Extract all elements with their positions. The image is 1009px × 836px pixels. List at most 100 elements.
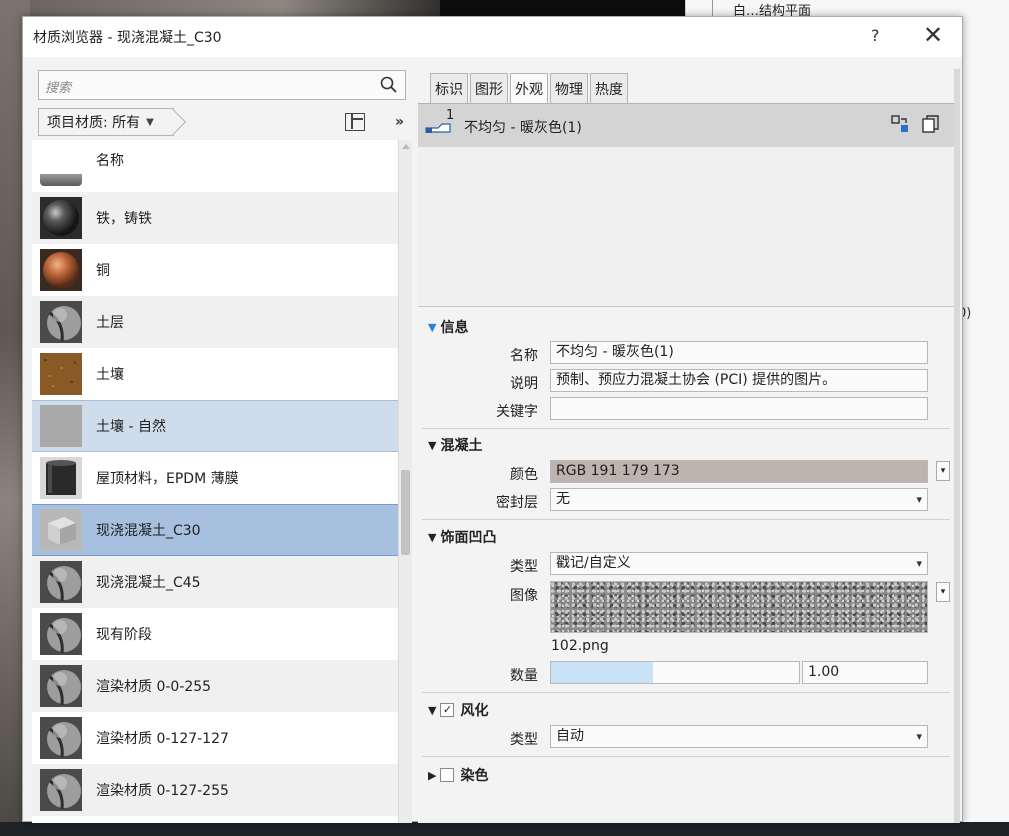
column-header-name: 名称 — [96, 153, 124, 169]
tab-identity[interactable]: 标识 — [430, 73, 468, 103]
list-item[interactable]: 土壤 — [32, 348, 398, 400]
list-item-label: 渲染材质 0-127-127 — [96, 731, 229, 747]
background-model-view-top — [30, 0, 450, 16]
search-placeholder: 搜索 — [45, 81, 72, 96]
tab-appearance[interactable]: 外观 — [510, 73, 548, 104]
help-button[interactable]: ? — [871, 26, 880, 45]
amount-label: 数量 — [510, 668, 538, 684]
name-field[interactable]: 不均匀 - 暖灰色(1) — [550, 341, 928, 364]
expand-triangle-icon: ▼ — [428, 703, 437, 717]
list-scrollbar[interactable] — [398, 140, 412, 823]
list-item[interactable]: 土层 — [32, 296, 398, 348]
close-button[interactable]: ✕ — [923, 21, 943, 49]
list-item[interactable]: 渲染材质 0-0-255 — [32, 660, 398, 712]
weathering-checkbox[interactable]: ✓ — [440, 703, 455, 717]
scrollbar-thumb[interactable] — [401, 470, 410, 555]
list-item[interactable]: 铁，铸铁 — [32, 192, 398, 244]
list-item-label: 铁，铸铁 — [96, 211, 152, 227]
material-list: 名称 铁，铸铁 铜 土层 土壤 土壤 - 自然 屋顶材料，EPDM 薄膜 现浇混… — [32, 140, 398, 823]
dialog-title: 材质浏览器 - 现浇混凝土_C30 — [33, 30, 222, 46]
section-tint[interactable]: ▶ 染色 — [428, 765, 488, 785]
list-item-label: 渲染材质 0-127-255 — [96, 783, 229, 799]
default-material-thumbnail — [40, 301, 82, 343]
divider — [422, 692, 950, 693]
duplicate-asset-icon[interactable] — [921, 114, 941, 134]
image-label: 图像 — [510, 588, 538, 604]
list-item-label: 土层 — [96, 315, 124, 331]
sealant-select[interactable]: 无 — [550, 488, 928, 511]
section-info[interactable]: ▼ 信息 — [428, 317, 468, 337]
soil-thumbnail — [40, 353, 82, 395]
editor-scrollbar[interactable] — [954, 69, 960, 823]
section-title: 信息 — [440, 320, 469, 336]
amount-slider-fill — [551, 662, 653, 683]
list-header[interactable]: 名称 — [32, 140, 398, 192]
default-material-thumbnail — [40, 769, 82, 811]
description-field[interactable]: 预制、预应力混凝土协会 (PCI) 提供的图片。 — [550, 369, 928, 392]
default-material-thumbnail — [40, 613, 82, 655]
description-label: 说明 — [510, 376, 538, 392]
filter-label: 项目材质: 所有 — [47, 115, 141, 131]
color-swatch-field[interactable]: RGB 191 179 173 — [550, 460, 928, 483]
list-item[interactable]: 屋顶材料，EPDM 薄膜 — [32, 452, 398, 504]
sealant-label: 密封层 — [496, 495, 538, 511]
editor-tabs: 标识 图形 外观 物理 热度 — [430, 73, 630, 104]
list-item[interactable]: 渲染材质 0-127-255 — [32, 764, 398, 816]
search-input[interactable]: 搜索 — [38, 70, 406, 100]
image-options-dropdown[interactable]: ▾ — [936, 582, 950, 602]
material-preview — [418, 147, 954, 307]
bump-image-texture[interactable] — [550, 581, 928, 633]
search-icon[interactable] — [379, 75, 399, 95]
section-title: 染色 — [460, 768, 489, 784]
keywords-field[interactable] — [550, 397, 928, 420]
list-item-label: 铜 — [96, 263, 110, 279]
amount-slider[interactable] — [550, 661, 800, 684]
default-material-thumbnail — [40, 665, 82, 707]
material-library-panel: 搜索 项目材质: 所有 ▼ » 名称 铁，铸铁 铜 土层 土壤 土壤 - 自然 … — [32, 70, 412, 823]
tab-thermal[interactable]: 热度 — [590, 73, 628, 103]
amount-value-field[interactable]: 1.00 — [802, 661, 928, 684]
chevron-down-icon: ▼ — [146, 116, 154, 128]
asset-user-count: 1 — [446, 108, 455, 123]
collapse-library-button[interactable]: » — [395, 114, 404, 130]
list-item[interactable]: 现浇混凝土_C45 — [32, 556, 398, 608]
concrete-cube-thumbnail — [40, 509, 82, 551]
breadcrumb-arrow-icon — [157, 107, 187, 137]
expand-triangle-icon: ▼ — [428, 530, 437, 544]
color-options-dropdown[interactable]: ▾ — [936, 461, 950, 481]
bump-type-select[interactable]: 戳记/自定义 — [550, 552, 928, 575]
default-material-thumbnail — [40, 717, 82, 759]
name-label: 名称 — [510, 348, 538, 364]
material-browser-dialog: 材质浏览器 - 现浇混凝土_C30 ? ✕ 搜索 项目材质: 所有 ▼ » 名称 — [22, 16, 963, 823]
list-item-selected[interactable]: 现浇混凝土_C30 — [32, 504, 398, 556]
list-item[interactable]: 土壤 - 自然 — [32, 400, 398, 452]
keywords-label: 关键字 — [496, 404, 538, 420]
tab-physical[interactable]: 物理 — [550, 73, 588, 103]
divider — [422, 756, 950, 757]
epdm-cylinder-thumbnail — [40, 457, 82, 499]
material-editor-panel: 标识 图形 外观 物理 热度 1 不均匀 - 暖灰色(1) ▼ 信息 名称 不均… — [418, 69, 960, 823]
replace-asset-icon[interactable] — [890, 114, 910, 134]
list-item-label: 现浇混凝土_C45 — [96, 575, 201, 591]
image-filename: 102.png — [551, 638, 609, 654]
section-finish-bumps[interactable]: ▼ 饰面凹凸 — [428, 527, 496, 547]
divider — [422, 428, 950, 429]
list-item[interactable]: 渲染材质 0-127-127 — [32, 712, 398, 764]
list-item[interactable]: 现有阶段 — [32, 608, 398, 660]
section-title: 风化 — [460, 703, 489, 719]
project-materials-filter[interactable]: 项目材质: 所有 ▼ — [38, 107, 187, 137]
partial-thumbnail — [40, 174, 82, 186]
scroll-up-icon[interactable] — [402, 144, 410, 149]
expand-triangle-icon: ▼ — [428, 320, 437, 334]
section-title: 混凝土 — [440, 438, 483, 454]
section-concrete[interactable]: ▼ 混凝土 — [428, 435, 482, 455]
list-item-label: 土壤 — [96, 367, 124, 383]
tint-checkbox[interactable] — [440, 768, 455, 782]
section-weathering[interactable]: ▼ ✓ 风化 — [428, 700, 488, 720]
filter-bar: 项目材质: 所有 ▼ » — [32, 106, 412, 140]
tab-graphics[interactable]: 图形 — [470, 73, 508, 103]
weathering-type-select[interactable]: 自动 — [550, 725, 928, 748]
dialog-titlebar[interactable]: 材质浏览器 - 现浇混凝土_C30 ? ✕ — [23, 17, 962, 57]
view-layout-icon[interactable] — [345, 113, 365, 131]
list-item[interactable]: 铜 — [32, 244, 398, 296]
